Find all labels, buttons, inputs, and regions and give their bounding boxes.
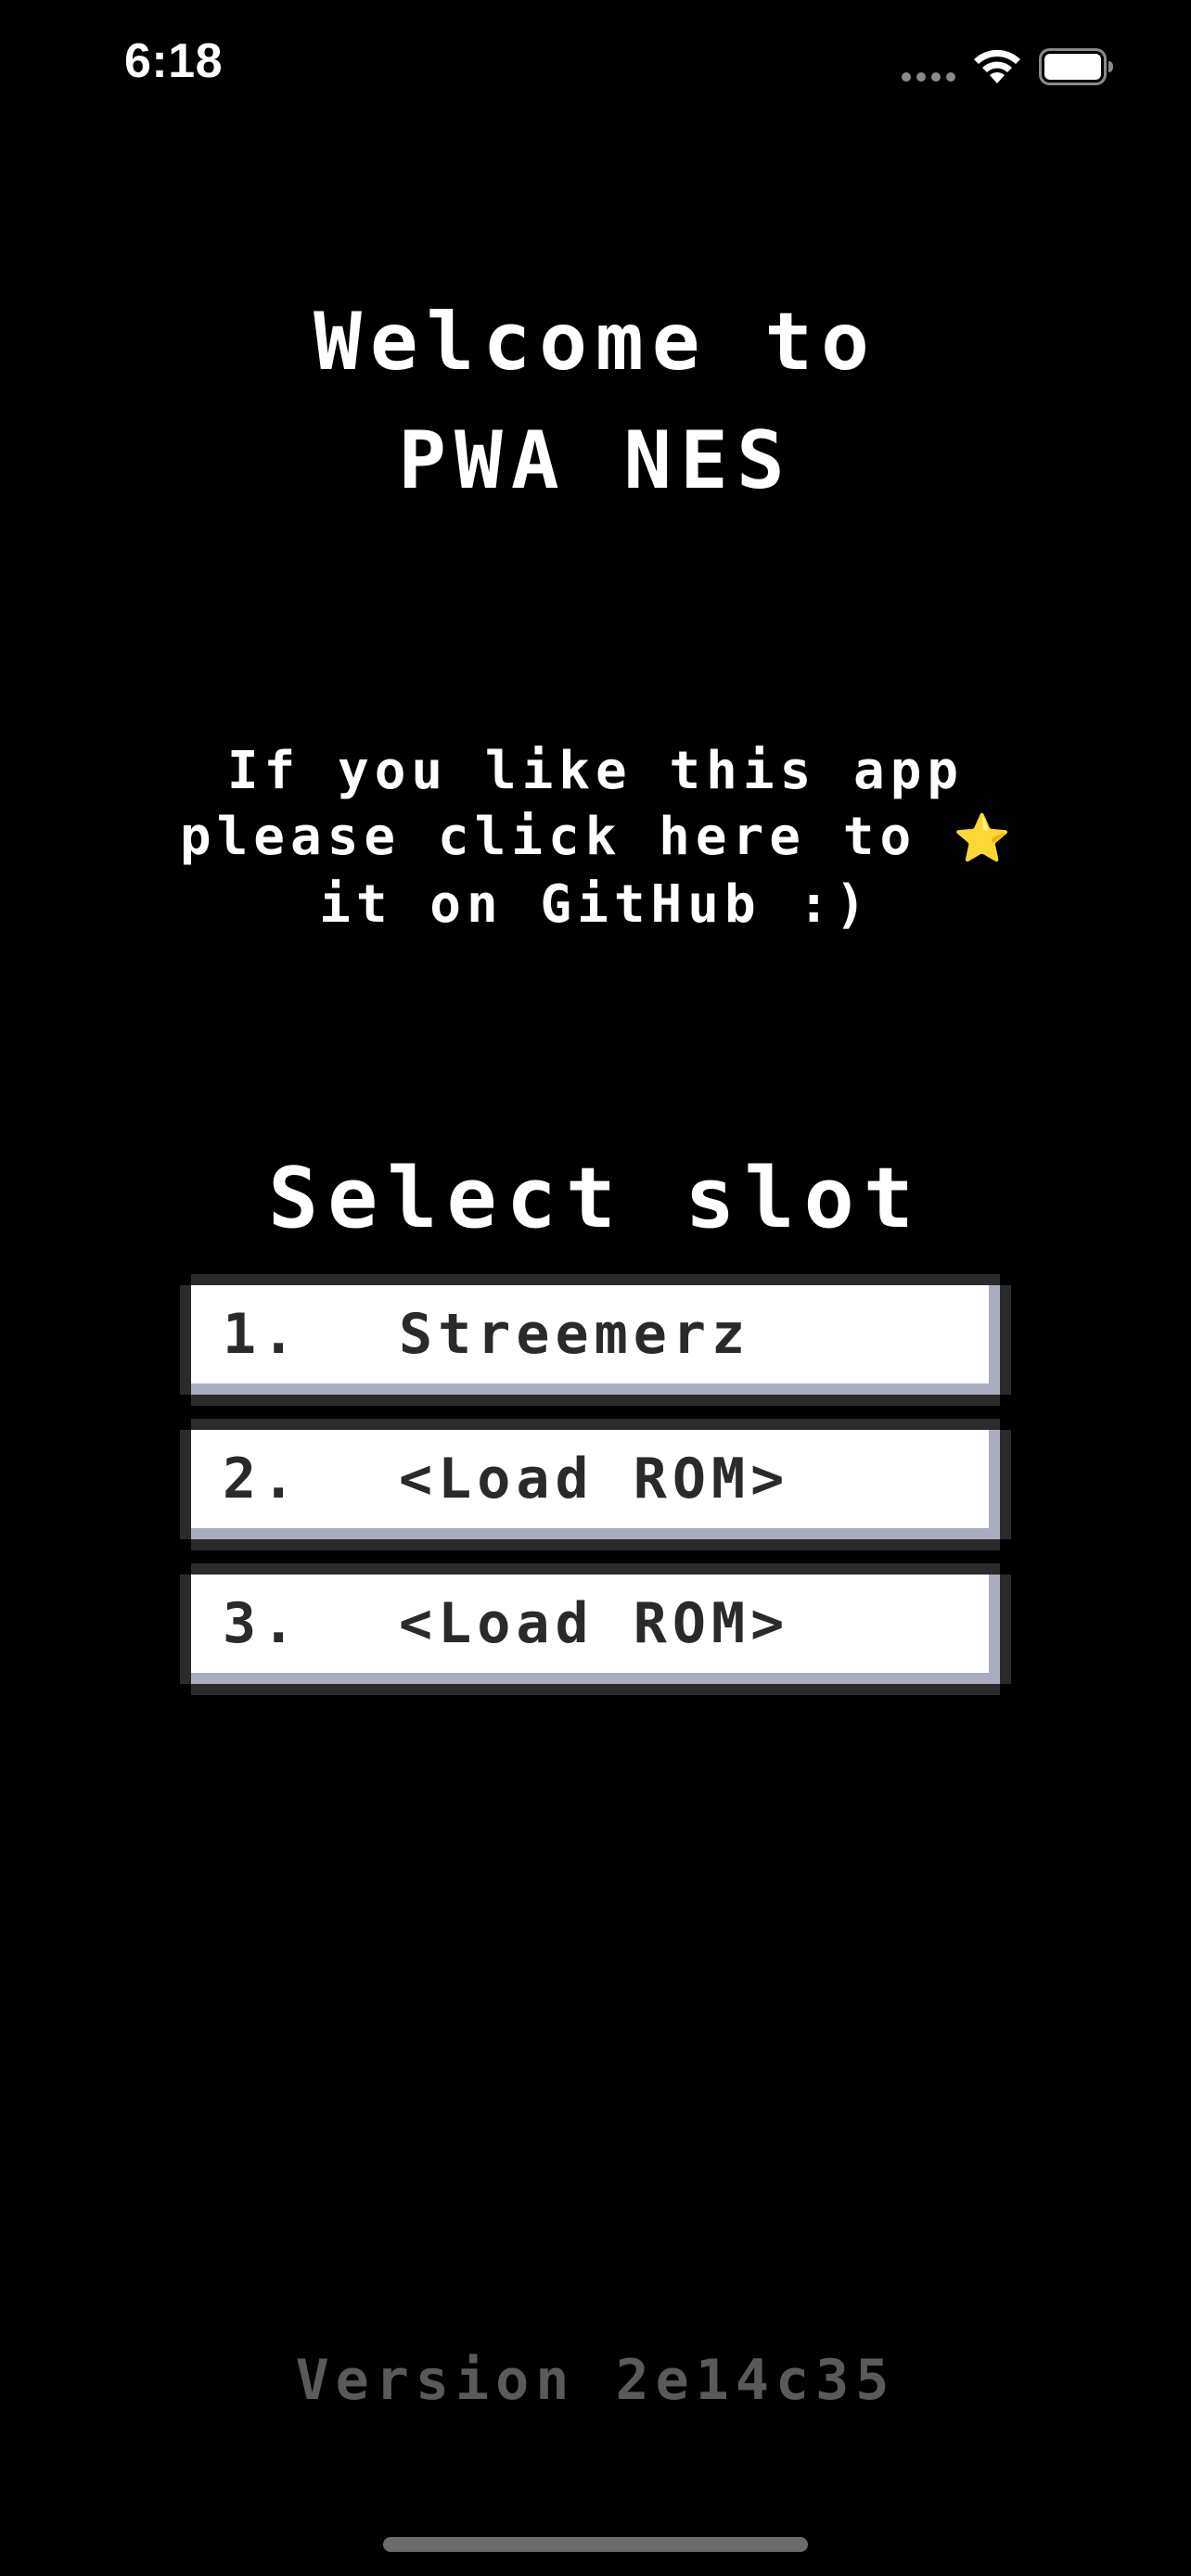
welcome-heading: Welcome to PWA NES <box>0 283 1191 520</box>
star-message-line-2: please click here to ⭐ <box>0 804 1191 872</box>
star-message-line-3: it on GitHub :) <box>319 874 872 935</box>
slot-game-name: Streemerz <box>399 1302 751 1367</box>
github-star-link[interactable]: If you like this app please click here to… <box>0 738 1191 937</box>
slot-frame <box>191 1395 1000 1406</box>
slot-frame <box>191 1419 1000 1430</box>
welcome-line-1: Welcome to <box>314 296 877 389</box>
slot-frame <box>191 1539 1000 1550</box>
slot-frame <box>180 1575 191 1684</box>
slot-frame <box>1000 1430 1011 1539</box>
status-time: 6:18 <box>124 34 224 88</box>
slot-game-name: <Load ROM> <box>399 1447 790 1511</box>
slot-frame <box>191 1684 1000 1695</box>
slot-frame <box>1000 1575 1011 1684</box>
star-icon: ⭐ <box>953 811 1012 865</box>
home-indicator[interactable] <box>383 2537 808 2552</box>
slot-2-button[interactable]: 2. <Load ROM> <box>180 1419 1011 1550</box>
slot-face: 2. <Load ROM> <box>191 1430 1000 1539</box>
star-message-line-2-text: please click here to <box>179 807 917 867</box>
slot-frame <box>1000 1285 1011 1395</box>
slot-label: 3. <Load ROM> <box>223 1575 789 1673</box>
wifi-icon <box>974 49 1020 83</box>
battery-full-icon <box>1039 48 1113 85</box>
slot-label: 2. <Load ROM> <box>223 1430 789 1528</box>
select-slot-title: Select slot <box>267 1150 924 1247</box>
slot-3-button[interactable]: 3. <Load ROM> <box>180 1563 1011 1695</box>
slot-frame <box>180 1285 191 1395</box>
slot-frame <box>180 1430 191 1539</box>
status-bar: 6:18 <box>0 0 1191 139</box>
version-text: Version 2e14c35 <box>295 2348 896 2413</box>
slot-game-name: <Load ROM> <box>399 1591 790 1656</box>
signal-dots-icon <box>902 72 957 82</box>
slot-frame <box>191 1563 1000 1575</box>
slot-frame <box>191 1274 1000 1285</box>
slot-1-button[interactable]: 1. Streemerz <box>180 1274 1011 1406</box>
welcome-line-2: PWA NES <box>398 414 793 507</box>
slot-number: 1. <box>223 1302 301 1367</box>
slot-label: 1. Streemerz <box>223 1285 750 1384</box>
star-message-line-1: If you like this app <box>226 741 965 801</box>
slot-number: 2. <box>223 1447 301 1511</box>
slot-face: 1. Streemerz <box>191 1285 1000 1395</box>
slot-face: 3. <Load ROM> <box>191 1575 1000 1684</box>
slot-number: 3. <box>223 1591 301 1656</box>
